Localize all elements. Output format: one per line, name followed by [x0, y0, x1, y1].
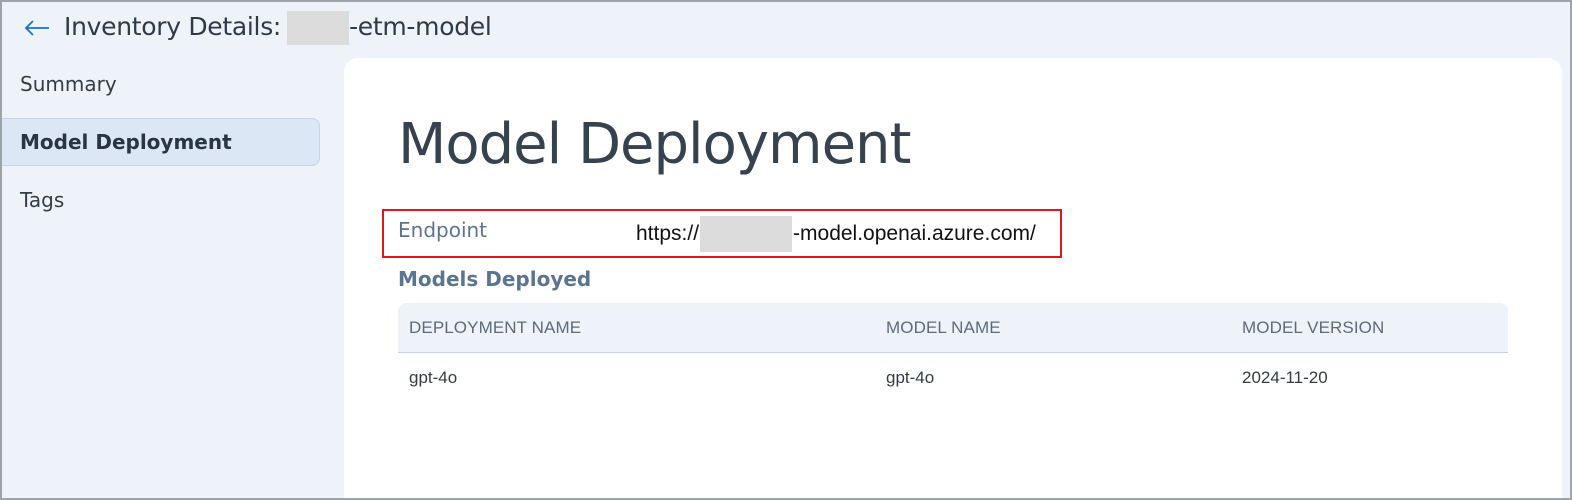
endpoint-value: https:// -model.openai.azure.com/: [636, 216, 1036, 252]
sidebar-item-model-deployment[interactable]: Model Deployment: [2, 118, 320, 166]
models-table: DEPLOYMENT NAME MODEL NAME MODEL VERSION…: [398, 303, 1508, 403]
table-header-row: DEPLOYMENT NAME MODEL NAME MODEL VERSION: [398, 303, 1508, 353]
page-header: Inventory Details: -etm-model: [24, 10, 492, 46]
title-prefix: Inventory Details:: [64, 12, 282, 41]
main-panel: Model Deployment Endpoint https:// -model…: [344, 58, 1562, 498]
page-header-title: Inventory Details: -etm-model: [64, 11, 492, 45]
cell-model-name: gpt-4o: [886, 368, 935, 387]
endpoint-suffix: -model.openai.azure.com/: [793, 222, 1036, 245]
models-deployed-heading: Models Deployed: [398, 267, 592, 291]
column-header-deployment-name[interactable]: DEPLOYMENT NAME: [409, 318, 581, 338]
sidebar-item-label: Summary: [20, 72, 117, 96]
page-title: Model Deployment: [398, 112, 911, 177]
app-window: Inventory Details: -etm-model Summary Mod…: [0, 0, 1572, 500]
cell-model-version: 2024-11-20: [1242, 368, 1328, 387]
table-row[interactable]: gpt-4o gpt-4o 2024-11-20: [398, 353, 1508, 403]
arrow-left-icon[interactable]: [24, 18, 50, 38]
title-suffix: -etm-model: [349, 12, 492, 41]
column-header-model-name[interactable]: MODEL NAME: [886, 318, 1001, 338]
sidebar-item-label: Model Deployment: [20, 130, 232, 154]
sidebar-item-label: Tags: [20, 188, 65, 212]
sidebar-nav: Summary Model Deployment Tags: [2, 60, 320, 234]
sidebar-item-tags[interactable]: Tags: [2, 176, 320, 224]
endpoint-prefix: https://: [636, 222, 700, 245]
sidebar-item-summary[interactable]: Summary: [2, 60, 320, 108]
column-header-model-version[interactable]: MODEL VERSION: [1242, 318, 1384, 338]
cell-deployment-name: gpt-4o: [409, 368, 458, 387]
redacted-block: [287, 11, 350, 45]
endpoint-label: Endpoint: [398, 218, 488, 242]
redacted-block: [700, 216, 793, 252]
